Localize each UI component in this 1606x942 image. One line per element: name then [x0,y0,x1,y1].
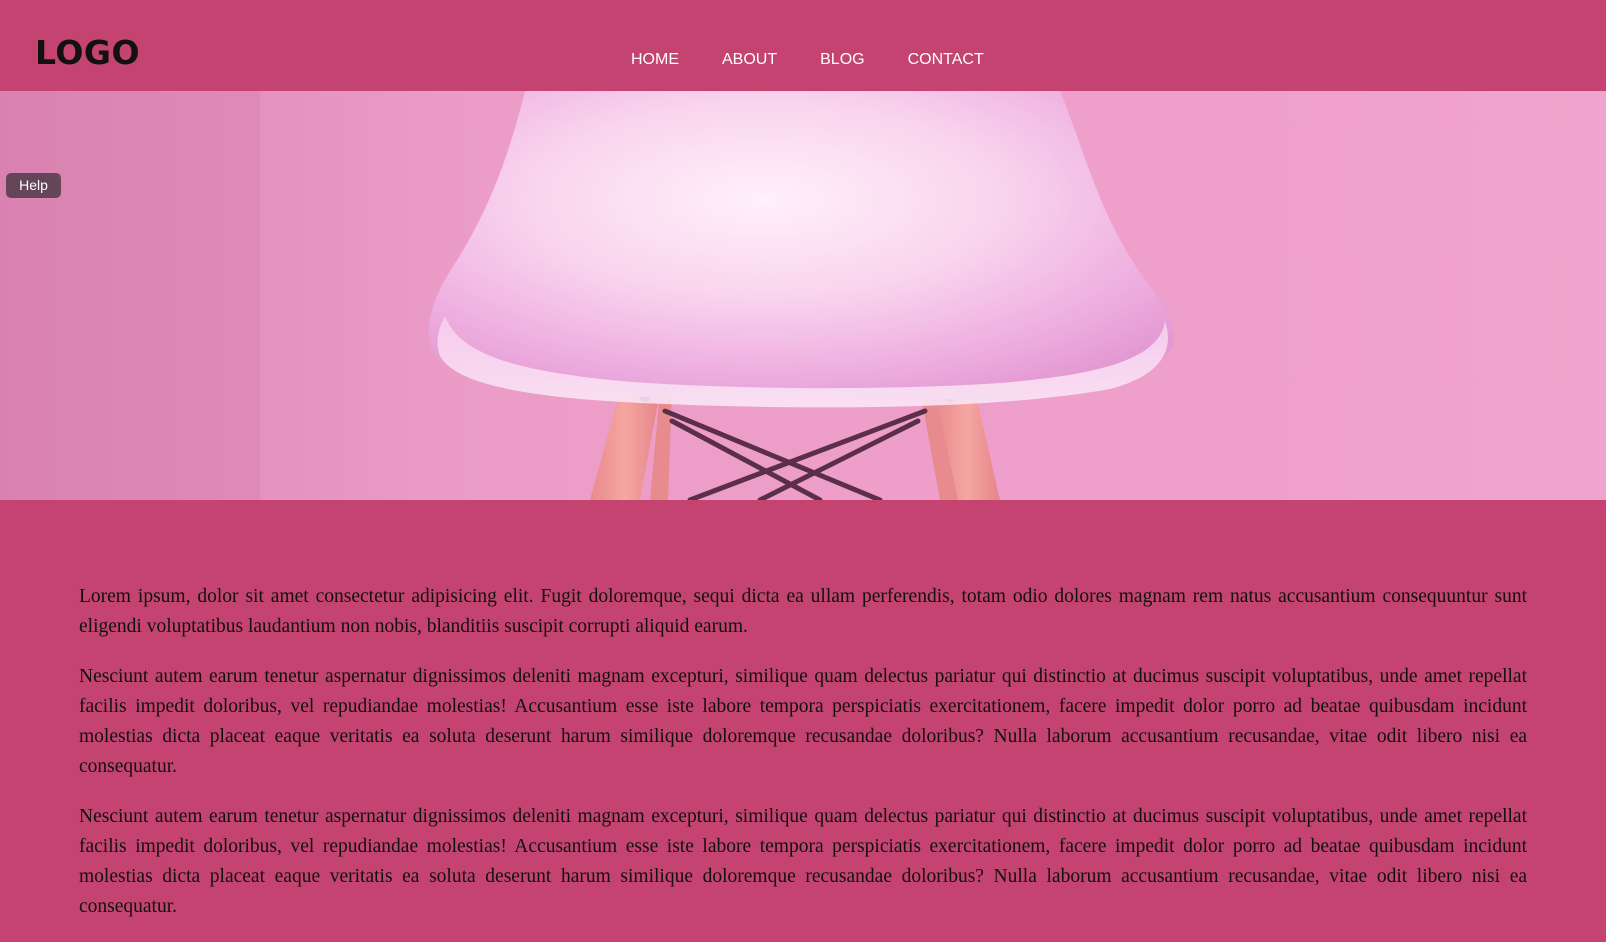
main-nav: HOME ABOUT BLOG CONTACT [631,50,984,70]
content-paragraph: Lorem ipsum, dolor sit amet consectetur … [79,586,1527,637]
logo[interactable]: LOGO [35,36,140,69]
content-paragraph: Nesciunt autem earum tenetur aspernatur … [79,806,1527,917]
content-paragraph: Nesciunt autem earum tenetur aspernatur … [79,666,1527,777]
nav-contact-link[interactable]: CONTACT [908,50,984,70]
hero-image [0,91,1606,500]
site-header: LOGO HOME ABOUT BLOG CONTACT [0,0,1606,91]
nav-about-link[interactable]: ABOUT [722,50,777,70]
nav-blog-link[interactable]: BLOG [820,50,864,70]
pink-chair-photo [0,91,1606,500]
main-content: Lorem ipsum, dolor sit amet consectetur … [79,582,1527,942]
help-button[interactable]: Help [6,173,61,198]
nav-home-link[interactable]: HOME [631,50,679,70]
